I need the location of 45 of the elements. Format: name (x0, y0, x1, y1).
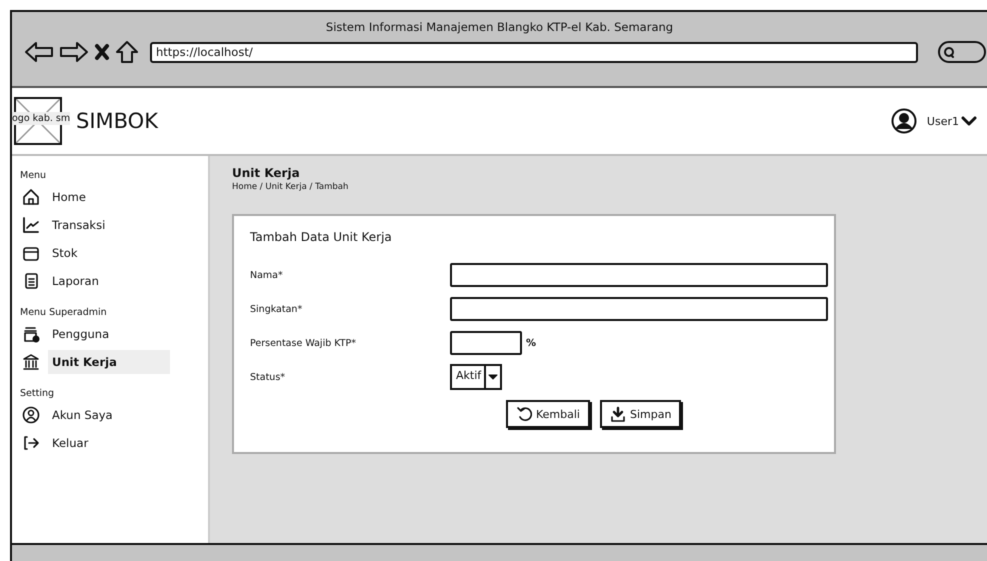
bank-icon (22, 353, 40, 371)
menu-item[interactable]: Akun Saya (22, 401, 170, 429)
users-icon (22, 325, 40, 343)
chevron-down-icon (961, 115, 977, 127)
address-field[interactable]: https://localhost/ (150, 42, 918, 62)
logo-caption: ogo kab. sm (12, 112, 70, 125)
form-button[interactable]: Simpan (600, 400, 682, 428)
logout-icon (22, 434, 40, 452)
account-icon (22, 406, 40, 424)
back-arrow-icon[interactable] (24, 41, 54, 63)
search-icon[interactable] (937, 40, 987, 64)
section-heading: Menu (20, 170, 48, 181)
form-button[interactable]: Kembali (506, 400, 590, 428)
close-icon[interactable] (94, 43, 110, 61)
menu-item[interactable]: Stok (22, 239, 170, 267)
status-dropdown[interactable]: Aktif (450, 364, 502, 390)
box-icon (22, 244, 40, 262)
field-label: Persentase Wajib KTP* (250, 338, 358, 348)
field-label: Singkatan* (250, 304, 304, 314)
input-field[interactable] (450, 297, 828, 321)
download-icon (610, 406, 626, 422)
menu-item[interactable]: Transaksi (22, 211, 170, 239)
chart-icon (22, 216, 40, 234)
app-name: SIMBOK (76, 109, 158, 133)
undo-icon (516, 406, 532, 422)
page-title: Unit Kerja (232, 166, 301, 180)
unit-label: % (526, 338, 536, 348)
user-avatar-icon[interactable] (890, 108, 917, 134)
menu-item[interactable]: Laporan (22, 267, 170, 295)
field-label: Status* (250, 372, 286, 382)
breadcrumb: Home / Unit Kerja / Tambah (232, 182, 350, 192)
window-title: Sistem Informasi Manajemen Blangko KTP-el Kab. Semarang (326, 20, 674, 36)
field-label: Nama* (250, 270, 284, 280)
user-menu[interactable]: User1 (926, 114, 977, 128)
menu-item[interactable]: Pengguna (22, 320, 170, 348)
section-heading: Setting (20, 388, 56, 399)
document-icon (22, 272, 40, 290)
menu-item[interactable]: Keluar (22, 429, 170, 457)
menu-item[interactable]: Home (22, 183, 170, 211)
input-field[interactable] (450, 331, 522, 355)
form-title: Tambah Data Unit Kerja (250, 230, 393, 244)
dropdown-arrow-icon (488, 374, 498, 380)
section-heading: Menu Superadmin (20, 307, 108, 318)
input-field[interactable] (450, 263, 828, 287)
forward-arrow-icon[interactable] (59, 41, 89, 63)
